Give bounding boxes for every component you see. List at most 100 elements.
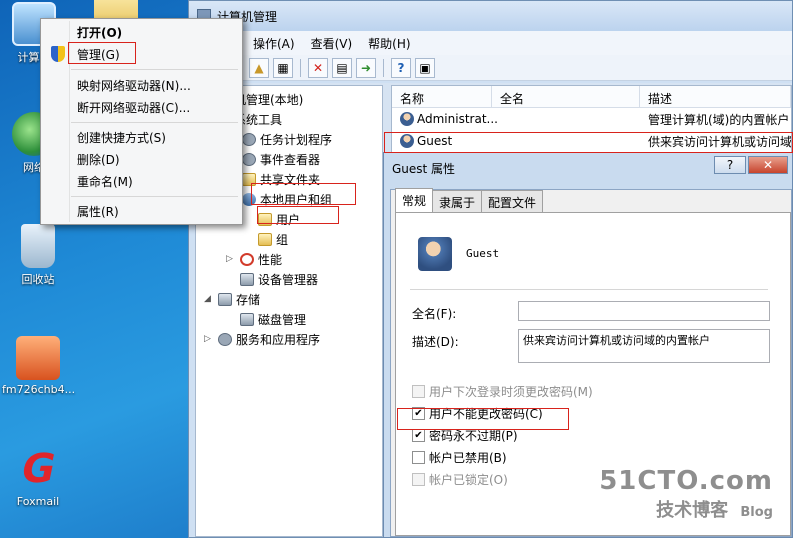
column-description[interactable]: 描述 [640,86,791,107]
table-row[interactable]: Administrat... 管理计算机(域)的内置帐户 [392,108,791,130]
checkbox-label: 用户不能更改密码(C) [429,407,543,421]
desktop-icon-foxmail[interactable]: Foxmail [2,448,74,508]
recycle-bin-icon [21,224,55,268]
tree-item-disk-management[interactable]: 磁盘管理 [240,310,306,328]
menu-item-manage[interactable]: 管理(G) [43,43,240,65]
menubar: 操作(A) 查看(V) 帮助(H) [189,31,792,55]
divider [410,289,768,290]
menu-view[interactable]: 查看(V) [311,35,353,52]
cell-name: Guest [417,133,453,148]
username-label: Guest [466,247,500,260]
desktop-icon-label: 回收站 [21,273,55,286]
file-icon [16,336,60,380]
action-pane-icon[interactable]: ▣ [415,57,435,78]
tree-item-device-manager[interactable]: 设备管理器 [240,270,318,288]
watermark-text: 技术博客 [656,500,729,521]
help-button[interactable]: ? [714,156,746,174]
cell-description: 管理计算机(域)的内置帐户 [648,112,790,127]
desktop-icon-fm[interactable]: fm726chb4... [2,336,76,396]
tree-item-label: 组 [276,232,289,247]
tree-item-event-viewer[interactable]: 事件查看器 [242,150,320,168]
tab-member-of[interactable]: 隶属于 [432,190,483,212]
close-button[interactable]: ✕ [748,156,788,174]
tree-item-label: 事件查看器 [260,152,321,167]
menu-divider [71,69,238,70]
collapse-arrow-icon[interactable]: ◢ [204,294,214,304]
task-scheduler-icon [242,132,256,146]
cell-name: Administrat... [417,111,498,126]
tree-item-label: 共享文件夹 [260,172,321,187]
watermark: 51CTO.com 技术博客 Blog [599,466,773,522]
properties-icon[interactable]: ▤ [332,57,352,78]
checkbox-cannot-change-password[interactable]: ✔ 用户不能更改密码(C) [412,405,543,422]
delete-icon[interactable]: ✕ [308,57,328,78]
menu-item-delete[interactable]: 删除(D) [43,148,240,170]
checkbox-label: 密码永不过期(P) [429,429,518,443]
desktop-icon-label: fm726chb4... [2,383,76,396]
help-icon[interactable]: ? [391,57,411,78]
dialog-title-buttons: ? ✕ [714,156,788,174]
table-row[interactable]: Guest 供来宾访问计算机或访问域 [392,130,791,152]
desktop-icon-recycle-bin[interactable]: 回收站 [2,224,74,287]
watermark-logo: 51CTO.com [599,466,773,496]
toolbar-divider [300,58,301,77]
menu-item-disconnect-drive[interactable]: 断开网络驱动器(C)... [43,96,240,118]
watermark-blog: Blog [740,505,773,520]
checkbox-account-disabled[interactable]: 帐户已禁用(B) [412,449,507,466]
user-icon [400,112,414,127]
export-icon[interactable]: ➜ [356,57,376,78]
menu-action[interactable]: 操作(A) [253,35,295,52]
tab-profile[interactable]: 配置文件 [481,190,544,212]
tree-item-performance[interactable]: ▷ 性能 [226,250,282,268]
expand-arrow-icon[interactable]: ▷ [226,254,236,264]
storage-icon [218,292,232,306]
expand-arrow-icon[interactable]: ▷ [204,334,214,344]
menu-item-map-drive[interactable]: 映射网络驱动器(N)... [43,74,240,96]
tree-item-label: 设备管理器 [258,272,319,287]
fullname-field[interactable] [518,301,770,321]
tree-item-label: 服务和应用程序 [236,332,321,347]
checkbox-account-locked: 帐户已锁定(O) [412,471,508,488]
list-header: 名称 全名 描述 [392,86,791,108]
menu-item-properties[interactable]: 属性(R) [43,200,240,222]
checkbox-box [412,451,425,464]
folder-icon [258,212,272,226]
disk-management-icon [240,312,254,326]
services-icon [218,332,232,346]
tree-item-task-scheduler[interactable]: 任务计划程序 [242,130,332,148]
menu-item-rename[interactable]: 重命名(M) [43,170,240,192]
tree-item-groups[interactable]: 组 [258,230,288,248]
checkmark-icon: ✔ [412,429,425,442]
menu-help[interactable]: 帮助(H) [368,35,410,52]
column-name[interactable]: 名称 [392,86,492,107]
checkbox-label: 帐户已禁用(B) [429,451,507,465]
user-avatar-icon [418,237,452,271]
show-hide-tree-icon[interactable]: ▦ [273,57,293,78]
users-groups-icon [242,192,256,206]
checkbox-box [412,473,425,486]
tree-item-label: 存储 [236,292,261,307]
menu-item-open[interactable]: 打开(O) [43,21,240,43]
checkbox-label: 帐户已锁定(O) [429,473,508,487]
tree-item-label: 用户 [276,212,301,227]
foxmail-icon [16,448,60,492]
tree-item-local-users-groups[interactable]: 本地用户和组 [242,190,332,208]
column-fullname[interactable]: 全名 [492,86,640,107]
checkbox-password-never-expires[interactable]: ✔ 密码永不过期(P) [412,427,518,444]
uac-shield-icon [51,46,65,62]
tree-item-root[interactable]: 机管理(本地) [234,90,303,108]
description-field[interactable]: 供来宾访问计算机或访问域的内置帐户 [518,329,770,363]
menu-item-create-shortcut[interactable]: 创建快捷方式(S) [43,126,240,148]
tab-general[interactable]: 常规 [395,188,434,212]
tree-item-storage[interactable]: ◢ 存储 [204,290,260,308]
watermark-subtitle: 技术博客 Blog [599,496,773,522]
tree-item-services-apps[interactable]: ▷ 服务和应用程序 [204,330,320,348]
dialog-tabs: 常规 隶属于 配置文件 [391,188,791,212]
description-label: 描述(D): [412,335,459,349]
up-folder-icon[interactable]: ▲ [249,57,269,78]
folder-icon [258,232,272,246]
tree-item-users[interactable]: 用户 [258,210,300,228]
window-titlebar[interactable]: 计算机管理 [189,1,792,31]
checkbox-change-password-next-logon: 用户下次登录时须更改密码(M) [412,383,593,400]
tree-item-shared-folders[interactable]: 共享文件夹 [242,170,320,188]
